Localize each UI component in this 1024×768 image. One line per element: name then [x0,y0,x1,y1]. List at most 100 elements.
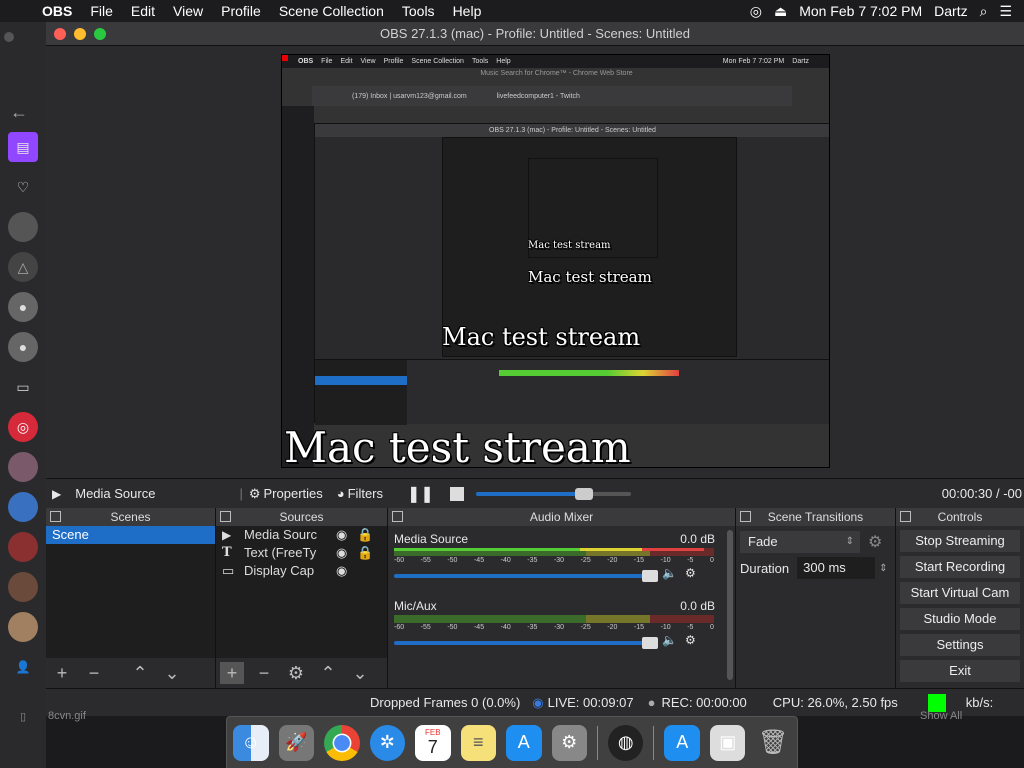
transition-select[interactable]: Fade ⇕ [740,531,860,553]
channel-level: 0.0 dB [680,599,715,613]
notes-icon[interactable]: ≡ [460,724,496,761]
duration-input[interactable]: 300 ms [797,557,876,579]
mixer-scrollbar[interactable] [727,530,733,680]
video-icon[interactable]: ▭ [8,372,38,402]
sources-list[interactable]: ▶ Media Sourc ◉ 🔒 T Text (FreeTy ◉ 🔒 ▭ D… [216,526,387,658]
appstore-icon[interactable]: A [664,724,700,761]
menu-profile[interactable]: Profile [212,3,270,19]
channel-avatar[interactable]: ◎ [8,412,38,442]
seek-bar[interactable] [475,487,631,500]
channel-avatar[interactable] [8,212,38,242]
float-dock-icon[interactable] [740,511,751,522]
add-scene-icon[interactable]: + [50,662,74,684]
speaker-icon[interactable]: 🔈 [662,633,677,647]
volume-knob[interactable] [642,636,658,649]
selection-handle[interactable] [282,55,288,61]
settings-button[interactable]: Settings [900,634,1020,656]
pause-icon[interactable]: ❚❚ [407,484,434,504]
menu-app-name[interactable]: OBS [36,3,81,19]
menu-file[interactable]: File [81,3,122,19]
volume-slider[interactable] [394,636,658,649]
source-settings-gear-icon[interactable]: ⚙ [284,662,308,684]
stepper-icon[interactable]: ⇕ [879,563,887,574]
add-friend-icon[interactable]: 👤 [8,652,38,682]
visibility-eye-icon[interactable]: ◉ [336,526,347,544]
remove-scene-icon[interactable]: − [82,662,106,684]
visibility-eye-icon[interactable]: ◉ [336,544,347,562]
menu-tools[interactable]: Tools [393,3,444,19]
photo-icon[interactable]: ▣ [709,724,746,761]
menubar-user[interactable]: Dartz [934,3,967,19]
move-up-icon[interactable]: ⌃ [128,662,152,684]
chrome-icon[interactable] [324,724,360,761]
spotlight-search-icon[interactable]: ⌕ [980,3,988,20]
launchpad-icon[interactable]: 🚀 [278,724,314,761]
channel-gear-icon[interactable]: ⚙ [685,566,696,580]
gear-icon[interactable]: ⚙ [249,486,261,502]
remove-source-icon[interactable]: − [252,662,276,684]
source-item[interactable]: ▶ Media Sourc ◉ 🔒 [216,526,387,544]
obs-icon[interactable]: ◍ [607,724,644,761]
menubar-datetime[interactable]: Mon Feb 7 7:02 PM [799,3,922,19]
menu-help[interactable]: Help [444,3,491,19]
menu-edit[interactable]: Edit [122,3,164,19]
channel-avatar[interactable]: △ [8,252,38,282]
appstore-icon[interactable]: A [506,724,542,761]
add-source-icon[interactable]: + [220,662,244,684]
speaker-icon[interactable]: 🔈 [662,566,677,580]
properties-button[interactable]: Properties [264,486,323,501]
menu-scene-collection[interactable]: Scene Collection [270,3,393,19]
meter-scale: -60 -55 -50 -45 -40 -35 -30 -25 -20 -15 -10 -5 0 [394,624,714,631]
move-up-icon[interactable]: ⌃ [316,662,340,684]
float-dock-icon[interactable] [392,511,403,522]
control-center-icon[interactable]: ☰ [999,3,1012,20]
transition-gear-icon[interactable]: ⚙ [868,532,882,552]
float-dock-icon[interactable] [220,511,231,522]
studio-mode-button[interactable]: Studio Mode [900,608,1020,630]
visibility-eye-icon[interactable]: ◉ [336,562,347,580]
move-down-icon[interactable]: ⌄ [160,662,184,684]
menu-view[interactable]: View [164,3,212,19]
scenes-list[interactable]: Scene [46,526,215,658]
play-icon[interactable]: ▶ [52,487,61,501]
finder-icon[interactable]: ☺ [233,724,269,761]
start-virtual-cam-button[interactable]: Start Virtual Cam [900,582,1020,604]
twitch-logo-icon[interactable]: ▤ [8,132,38,162]
float-dock-icon[interactable] [50,511,61,522]
following-heart-icon[interactable]: ♡ [8,172,38,202]
show-all-link[interactable]: Show All [920,710,962,722]
float-dock-icon[interactable] [900,511,911,522]
exit-button[interactable]: Exit [900,660,1020,682]
move-down-icon[interactable]: ⌄ [348,662,372,684]
source-item[interactable]: T Text (FreeTy ◉ 🔒 [216,544,387,562]
start-recording-button[interactable]: Start Recording [900,556,1020,578]
safari-icon[interactable]: ✲ [369,724,405,761]
seek-knob[interactable] [575,487,594,500]
filters-icon[interactable]: ◕ [337,486,345,501]
channel-gear-icon[interactable]: ⚙ [685,633,696,647]
stop-icon[interactable] [449,486,464,501]
calendar-icon[interactable]: FEB 7 [415,724,451,761]
volume-slider[interactable] [394,569,658,582]
volume-knob[interactable] [642,569,658,582]
lock-icon[interactable]: 🔒 [357,526,373,544]
filters-button[interactable]: Filters [348,486,383,501]
overlay-text: Mac test stream [284,423,631,468]
scene-item[interactable]: Scene [46,526,215,544]
stream-preview[interactable]: OBS File Edit View Profile Scene Collect… [281,54,830,468]
lock-icon[interactable]: 🔒 [357,544,373,562]
source-item[interactable]: ▭ Display Cap ◉ [216,562,387,580]
channel-avatar[interactable] [8,492,38,522]
obs-tray-icon[interactable]: ◎ [750,3,762,20]
channel-avatar[interactable] [8,612,38,642]
nested-datetime: Mon Feb 7 7:02 PM [722,58,785,65]
user-avatar-icon[interactable]: ● [8,292,38,322]
channel-avatar[interactable] [8,452,38,482]
channel-avatar[interactable] [8,572,38,602]
channel-avatar[interactable] [8,532,38,562]
stop-streaming-button[interactable]: Stop Streaming [900,530,1020,552]
trash-icon[interactable]: 🗑 [755,725,791,761]
settings-icon[interactable]: ⚙ [551,724,587,761]
user-avatar-icon[interactable]: ● [8,332,38,362]
eject-icon[interactable]: ⏏ [774,3,787,20]
